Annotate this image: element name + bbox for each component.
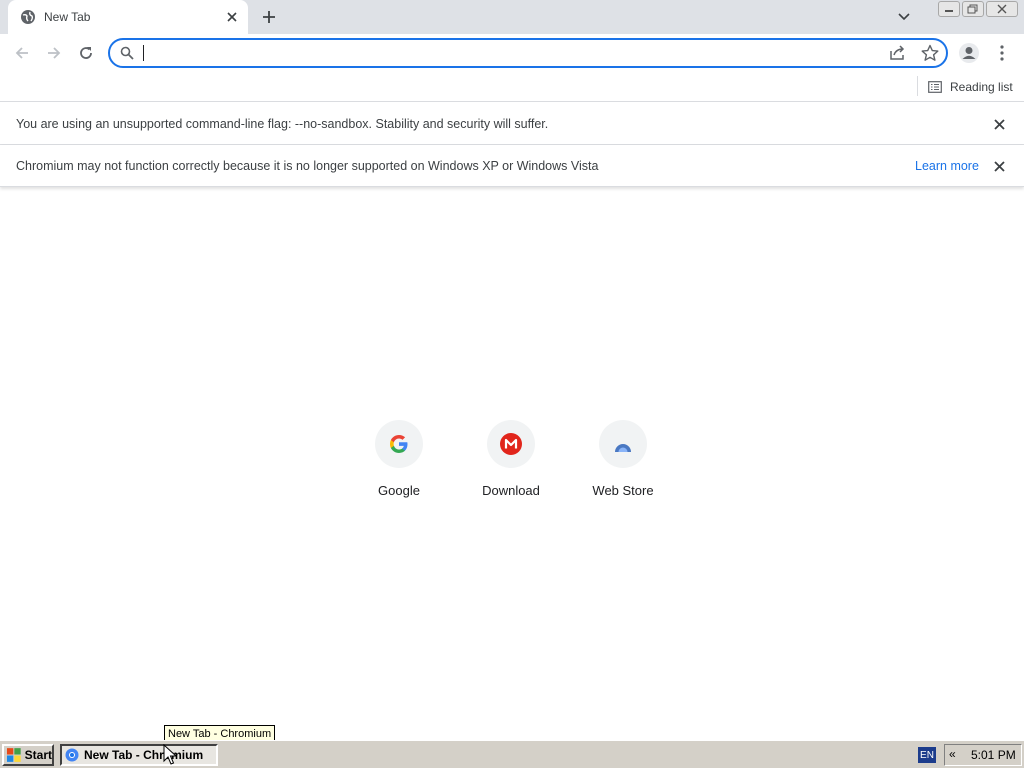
reload-button[interactable] — [72, 39, 100, 67]
shortcut-tile — [487, 420, 535, 468]
tab-strip: New Tab — [0, 0, 1024, 34]
window-controls — [938, 1, 1018, 17]
plus-icon — [263, 11, 275, 23]
infobar-close-button[interactable] — [990, 115, 1008, 133]
avatar-icon — [959, 43, 979, 63]
back-arrow-icon — [15, 47, 28, 59]
taskbar-item-chromium[interactable]: New Tab - Chromium — [60, 744, 218, 766]
reading-list-label: Reading list — [950, 80, 1013, 94]
taskbar: Start New Tab - Chromium EN « 5:01 PM — [0, 740, 1024, 768]
shortcut-web-store[interactable]: Web Store — [573, 420, 673, 510]
mouse-cursor-icon — [163, 744, 177, 765]
address-input[interactable] — [142, 42, 872, 64]
infobar-no-sandbox: You are using an unsupported command-lin… — [0, 103, 1024, 145]
window-close-button[interactable] — [986, 1, 1018, 17]
learn-more-link[interactable]: Learn more — [915, 159, 979, 173]
shortcut-label: Google — [378, 483, 420, 498]
shortcut-tile — [599, 420, 647, 468]
infobar-unsupported-os: Chromium may not function correctly beca… — [0, 145, 1024, 187]
shortcut-tile — [375, 420, 423, 468]
clock[interactable]: 5:01 PM — [971, 748, 1016, 762]
close-icon — [997, 4, 1007, 14]
toolbar — [0, 34, 1024, 72]
reload-icon — [80, 47, 92, 59]
forward-arrow-icon — [48, 47, 61, 59]
infobar-message: Chromium may not function correctly beca… — [16, 159, 599, 173]
globe-icon — [21, 10, 35, 24]
tab-new-tab[interactable]: New Tab — [8, 0, 248, 34]
bookmark-star-icon[interactable] — [920, 44, 940, 62]
minimize-button[interactable] — [938, 1, 960, 17]
shortcut-download[interactable]: Download — [461, 420, 561, 510]
infobar-message: You are using an unsupported command-lin… — [16, 117, 549, 131]
minimize-icon — [945, 10, 953, 12]
restore-button[interactable] — [962, 1, 984, 17]
forward-button[interactable] — [40, 39, 68, 67]
chromium-icon — [65, 748, 79, 762]
tab-search-button[interactable] — [894, 8, 914, 26]
menu-button[interactable] — [988, 39, 1016, 67]
restore-icon — [967, 4, 978, 14]
profile-button[interactable] — [955, 39, 983, 67]
tab-close-button[interactable] — [223, 8, 241, 26]
text-caret — [143, 45, 144, 61]
bookmarks-bar: Reading list — [0, 72, 1024, 102]
new-tab-button[interactable] — [258, 6, 280, 28]
tab-title: New Tab — [44, 10, 91, 24]
shortcut-label: Web Store — [592, 483, 654, 498]
close-icon — [227, 12, 237, 22]
share-icon[interactable] — [888, 44, 908, 62]
close-icon — [993, 160, 1005, 172]
kebab-menu-icon — [1000, 45, 1004, 61]
mega-m-icon — [500, 433, 522, 455]
start-label: Start — [24, 748, 52, 762]
reading-list-icon — [928, 81, 942, 93]
search-icon — [120, 46, 134, 60]
bookmarks-divider — [917, 76, 918, 96]
start-button[interactable]: Start — [2, 744, 54, 766]
system-tray: « 5:01 PM — [944, 744, 1022, 766]
language-indicator[interactable]: EN — [918, 747, 936, 763]
close-icon — [993, 118, 1005, 130]
reading-list-button[interactable]: Reading list — [928, 76, 1013, 98]
shortcut-google[interactable]: Google — [349, 420, 449, 510]
shortcut-label: Download — [482, 483, 540, 498]
tray-expand-chevron[interactable]: « — [949, 747, 956, 761]
omnibox[interactable] — [108, 38, 948, 68]
windows-logo-icon — [6, 748, 21, 762]
infobar-close-button[interactable] — [990, 157, 1008, 175]
taskbar-item-label: New Tab - Chromium — [84, 748, 204, 762]
google-g-icon — [390, 435, 408, 453]
web-store-icon — [615, 444, 631, 452]
chevron-down-icon — [898, 13, 910, 21]
back-button[interactable] — [8, 39, 36, 67]
